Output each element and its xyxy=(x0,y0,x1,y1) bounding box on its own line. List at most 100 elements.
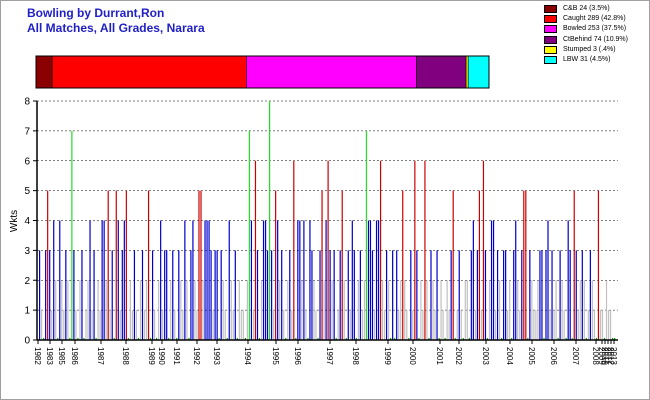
match-bar xyxy=(432,280,434,340)
match-bar xyxy=(323,280,325,340)
x-tick-label: 1996 xyxy=(293,347,302,365)
match-bar xyxy=(430,250,432,340)
match-bar xyxy=(103,220,105,340)
match-bar xyxy=(525,190,527,340)
y-axis-label: Wkts xyxy=(9,210,20,232)
y-tick-labels: 0 1 2 3 4 5 6 7 8 xyxy=(24,97,30,347)
match-bar xyxy=(529,250,531,340)
x-tick-label: 1994 xyxy=(243,347,252,365)
match-bar xyxy=(107,190,109,340)
match-bar xyxy=(271,250,273,340)
match-bar xyxy=(151,250,154,340)
match-bar xyxy=(145,280,148,340)
match-bar xyxy=(208,220,210,340)
match-bar xyxy=(73,250,75,340)
match-bar xyxy=(400,280,402,340)
match-bar xyxy=(436,250,438,340)
match-bar xyxy=(353,250,355,340)
match-bar xyxy=(61,280,63,340)
x-tick-label: 2003 xyxy=(481,347,490,365)
match-bar xyxy=(396,250,398,340)
match-bar xyxy=(472,220,474,340)
match-bar xyxy=(474,310,476,340)
match-bar xyxy=(63,310,65,340)
match-bar xyxy=(591,280,593,340)
match-bar xyxy=(381,280,384,340)
stacked-segment xyxy=(35,55,53,89)
match-bar xyxy=(359,250,361,340)
match-bar xyxy=(111,250,113,340)
match-bar xyxy=(434,310,436,340)
x-tick-label: 1997 xyxy=(325,347,334,365)
match-bar xyxy=(315,310,317,340)
match-bar xyxy=(99,310,101,340)
match-bar xyxy=(210,250,212,340)
match-bar xyxy=(363,280,366,340)
match-bar xyxy=(281,250,283,340)
match-bar xyxy=(230,280,232,340)
x-tick-label: 1985 xyxy=(57,347,66,365)
y-tick-label: 0 xyxy=(24,336,30,347)
match-bar xyxy=(47,190,49,340)
match-bar xyxy=(89,220,91,340)
match-bar xyxy=(305,310,307,340)
match-bar xyxy=(186,280,188,340)
match-bar xyxy=(478,190,481,340)
match-bar xyxy=(252,310,255,340)
match-bar xyxy=(313,280,315,340)
match-bar xyxy=(597,190,600,340)
match-bar xyxy=(275,190,277,340)
match-bar xyxy=(523,190,525,340)
match-bar xyxy=(246,280,249,340)
match-bar xyxy=(192,220,194,340)
match-bar xyxy=(45,250,47,340)
match-bar xyxy=(93,250,95,340)
y-tick-label: 3 xyxy=(24,246,30,257)
match-bar xyxy=(166,250,168,340)
match-bar xyxy=(410,250,412,340)
match-bar xyxy=(507,310,509,340)
match-bar xyxy=(369,220,372,340)
match-bar xyxy=(567,220,569,340)
match-bar xyxy=(277,220,279,340)
match-bar xyxy=(228,220,230,340)
match-bar xyxy=(319,250,321,340)
match-bar xyxy=(456,310,458,340)
match-bar xyxy=(505,250,507,340)
match-bar xyxy=(194,280,196,340)
x-tick-label: 1998 xyxy=(351,347,360,365)
match-bar xyxy=(420,280,422,340)
x-tick-label: 2001 xyxy=(435,347,444,365)
match-bar xyxy=(293,160,295,340)
match-bar xyxy=(414,160,416,340)
x-tick-labels: 1982 1983 1985 1986 1987 1988 1989 1990 1991 1992… xyxy=(33,347,618,365)
x-tick-label: 2000 xyxy=(408,347,417,365)
x-tick-label: 2005 xyxy=(527,347,536,365)
match-bar xyxy=(242,310,244,340)
match-bar xyxy=(573,190,575,340)
y-tick-label: 8 xyxy=(24,97,30,108)
match-bar xyxy=(480,310,483,340)
match-bar xyxy=(448,310,450,340)
wickets-chart: 012345678 1982 1983 1985 1986 1987 1988 1989 19… xyxy=(9,55,618,365)
x-tick-label: 1988 xyxy=(121,347,130,365)
x-tick-label: 1987 xyxy=(96,347,105,365)
match-bar xyxy=(509,280,511,340)
match-bar xyxy=(442,310,444,340)
match-bar xyxy=(440,280,442,340)
x-tick-label: 1989 xyxy=(147,347,156,365)
match-bar xyxy=(515,220,517,340)
match-bar xyxy=(79,280,81,340)
match-bar xyxy=(379,160,382,340)
x-tick-label: 1983 xyxy=(45,347,54,365)
match-bar xyxy=(484,250,487,340)
match-bar xyxy=(273,310,275,340)
match-bar xyxy=(232,310,234,340)
match-bar xyxy=(426,280,428,340)
match-bar xyxy=(517,280,519,340)
match-bar xyxy=(424,160,426,340)
match-bar xyxy=(198,190,200,340)
match-bar xyxy=(141,250,144,340)
match-bar xyxy=(129,280,131,340)
match-bar xyxy=(75,310,77,340)
